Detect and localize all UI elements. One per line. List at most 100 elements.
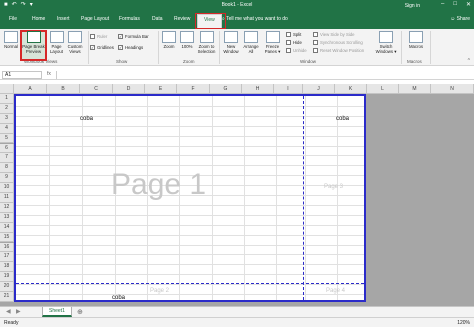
- hide-button[interactable]: Hide: [286, 40, 302, 45]
- sign-in-link[interactable]: Sign in: [405, 3, 420, 9]
- headings-checkbox[interactable]: ✓ Headings: [118, 45, 143, 50]
- column-header-a[interactable]: A: [14, 84, 47, 94]
- view-side-by-side-button[interactable]: View Side by Side: [313, 32, 355, 37]
- row-header[interactable]: 14: [0, 222, 14, 233]
- row-header[interactable]: 5: [0, 133, 14, 144]
- name-box[interactable]: A1: [2, 71, 42, 79]
- close-icon[interactable]: ✕: [466, 1, 471, 8]
- reset-window-position-button[interactable]: Reset Window Position: [313, 48, 364, 53]
- column-header-n[interactable]: N: [431, 84, 474, 94]
- freeze-panes-button[interactable]: Freeze Panes ▾: [261, 31, 284, 54]
- switch-windows-button[interactable]: Switch Windows ▾: [374, 31, 398, 54]
- tab-insert[interactable]: Insert: [57, 16, 70, 22]
- horizontal-page-break[interactable]: [16, 283, 364, 284]
- page-break-preview-button[interactable]: Page Break Preview: [20, 31, 47, 54]
- tab-formulas[interactable]: Formulas: [119, 16, 140, 22]
- ruler-checkbox[interactable]: Ruler: [90, 34, 107, 39]
- row-header[interactable]: 9: [0, 173, 14, 184]
- tab-review[interactable]: Review: [174, 16, 190, 22]
- row-header[interactable]: 17: [0, 252, 14, 263]
- column-header-c[interactable]: C: [80, 84, 113, 94]
- column-header-j[interactable]: J: [303, 84, 335, 94]
- reset-window-icon: [313, 48, 318, 53]
- row-header[interactable]: 7: [0, 153, 14, 164]
- cell-b21[interactable]: coba: [112, 295, 125, 301]
- page-layout-view-button[interactable]: Page Layout: [48, 31, 65, 54]
- window-title: Book1 - Excel: [221, 2, 253, 8]
- divider: [88, 31, 89, 64]
- cell-k3[interactable]: coba: [336, 116, 349, 122]
- group-label-macros: Macros: [407, 59, 422, 64]
- scroll-sheets-right-icon[interactable]: ▶: [16, 308, 21, 315]
- vertical-page-break[interactable]: [303, 96, 304, 300]
- gridline: [16, 204, 364, 206]
- page-1-watermark: Page 1: [111, 168, 207, 201]
- arrange-all-button[interactable]: Arrange All: [241, 31, 261, 54]
- formula-bar-checkbox[interactable]: ✓ Formula Bar: [118, 34, 149, 39]
- cell-b3[interactable]: coba: [80, 116, 93, 122]
- row-header[interactable]: 12: [0, 202, 14, 213]
- column-header-e[interactable]: E: [145, 84, 177, 94]
- row-header[interactable]: 16: [0, 242, 14, 253]
- split-icon: [286, 32, 291, 37]
- row-header[interactable]: 20: [0, 282, 14, 292]
- row-header[interactable]: 1: [0, 94, 14, 104]
- row-header[interactable]: 19: [0, 272, 14, 283]
- tab-file[interactable]: File: [9, 16, 17, 22]
- scroll-sheets-left-icon[interactable]: ◀: [6, 308, 11, 315]
- zoom-to-selection-button[interactable]: Zoom to Selection: [195, 31, 218, 54]
- zoom-button[interactable]: Zoom: [161, 31, 177, 49]
- column-header-l[interactable]: L: [367, 84, 399, 94]
- tab-page-layout[interactable]: Page Layout: [81, 16, 109, 22]
- column-header-i[interactable]: I: [274, 84, 303, 94]
- maximize-icon[interactable]: □: [453, 1, 457, 8]
- fx-icon[interactable]: fx: [47, 71, 51, 77]
- new-window-button[interactable]: New Window: [221, 31, 241, 54]
- row-header[interactable]: 2: [0, 103, 14, 114]
- tab-home[interactable]: Home: [32, 16, 45, 22]
- gridlines-checkbox[interactable]: ✓ Gridlines: [90, 45, 114, 50]
- add-sheet-icon[interactable]: ⊕: [77, 308, 83, 316]
- sheet-tab-sheet1[interactable]: Sheet1: [42, 307, 72, 317]
- custom-views-button[interactable]: Custom Views: [65, 31, 85, 54]
- zoom-100-button[interactable]: 100%: [179, 31, 195, 49]
- divider: [401, 31, 402, 64]
- select-all-corner[interactable]: [0, 84, 14, 94]
- collapse-ribbon-icon[interactable]: ^: [468, 58, 470, 64]
- row-header[interactable]: 8: [0, 163, 14, 174]
- gridline: [16, 125, 364, 127]
- macros-button[interactable]: Macros: [405, 31, 427, 49]
- row-header[interactable]: 21: [0, 292, 14, 302]
- row-header[interactable]: 18: [0, 262, 14, 273]
- sync-scroll-icon: [313, 40, 318, 45]
- column-header-k[interactable]: K: [335, 84, 367, 94]
- synchronous-scrolling-button[interactable]: Synchronous Scrolling: [313, 40, 363, 45]
- row-header[interactable]: 13: [0, 212, 14, 223]
- print-area[interactable]: Page 1 Page 2 Page 3 Page 4 coba coba co…: [14, 94, 366, 302]
- row-header[interactable]: 3: [0, 113, 14, 124]
- column-header-m[interactable]: M: [399, 84, 431, 94]
- column-header-b[interactable]: B: [47, 84, 80, 94]
- column-header-f[interactable]: F: [177, 84, 210, 94]
- tab-view[interactable]: View: [195, 13, 226, 29]
- normal-view-button[interactable]: Normal: [2, 31, 20, 49]
- row-header[interactable]: 6: [0, 143, 14, 154]
- tab-data[interactable]: Data: [152, 16, 163, 22]
- row-header[interactable]: 15: [0, 232, 14, 243]
- row-header[interactable]: 11: [0, 193, 14, 203]
- row-header[interactable]: 10: [0, 183, 14, 193]
- minimize-icon[interactable]: –: [441, 1, 444, 8]
- unhide-button[interactable]: Unhide: [286, 48, 307, 53]
- column-header-h[interactable]: H: [242, 84, 274, 94]
- tell-me-search[interactable]: ⌕ Tell me what you want to do: [222, 16, 288, 22]
- status-bar: Ready 120%: [0, 317, 474, 327]
- gridline: [16, 254, 364, 256]
- share-button[interactable]: ☺ Share: [450, 16, 470, 22]
- worksheet-grid[interactable]: A B C D E F G H I J K L M N 1 2 3 4 5 6 …: [0, 84, 474, 306]
- row-header[interactable]: 4: [0, 123, 14, 134]
- arrange-all-icon: [244, 31, 258, 43]
- column-header-d[interactable]: D: [113, 84, 145, 94]
- zoom-level[interactable]: 120%: [457, 320, 470, 326]
- column-header-g[interactable]: G: [210, 84, 242, 94]
- split-button[interactable]: Split: [286, 32, 301, 37]
